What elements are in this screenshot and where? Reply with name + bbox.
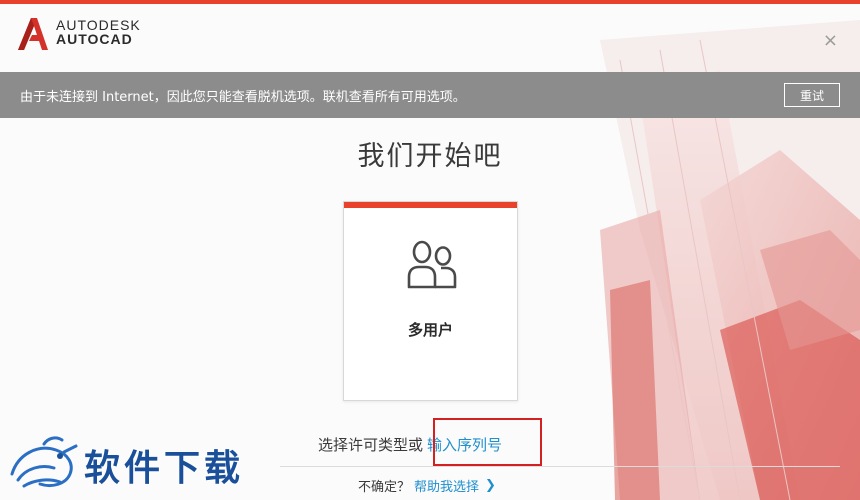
- autodesk-logo: AUTODESK AUTOCAD: [18, 18, 141, 50]
- multi-user-card[interactable]: 多用户: [343, 201, 518, 401]
- footer-divider: [280, 466, 840, 467]
- offline-message: 由于未连接到 Internet，因此您只能查看脱机选项。联机查看所有可用选项。: [20, 89, 466, 105]
- brand-line2: AUTOCAD: [56, 31, 133, 47]
- dragon-logo-icon: [10, 436, 78, 488]
- help-prompt: 不确定？: [358, 480, 411, 495]
- offline-notice-bar: 由于未连接到 Internet，因此您只能查看脱机选项。联机查看所有可用选项。 …: [0, 72, 860, 118]
- chevron-right-icon[interactable]: ❯: [485, 478, 496, 493]
- multi-user-icon: [407, 240, 457, 289]
- brand-line1: AUTODESK: [56, 17, 141, 33]
- help-me-choose-link[interactable]: 帮助我选择: [414, 476, 479, 495]
- highlight-annotation-box: [433, 418, 542, 466]
- watermark-text: 软件下载: [84, 447, 245, 489]
- card-accent-bar: [344, 202, 517, 208]
- watermark: 软件下载: [4, 434, 244, 496]
- close-button[interactable]: ×: [823, 30, 838, 51]
- autocad-a-icon: [18, 18, 48, 50]
- retry-button[interactable]: 重试: [784, 83, 840, 107]
- card-label: 多用户: [407, 321, 453, 339]
- app-header: AUTODESK AUTOCAD ×: [0, 4, 860, 72]
- license-prompt: 选择许可类型或: [318, 436, 424, 454]
- page-title: 我们开始吧: [357, 141, 503, 172]
- help-row: 不确定？ 帮助我选择 ❯: [358, 476, 496, 495]
